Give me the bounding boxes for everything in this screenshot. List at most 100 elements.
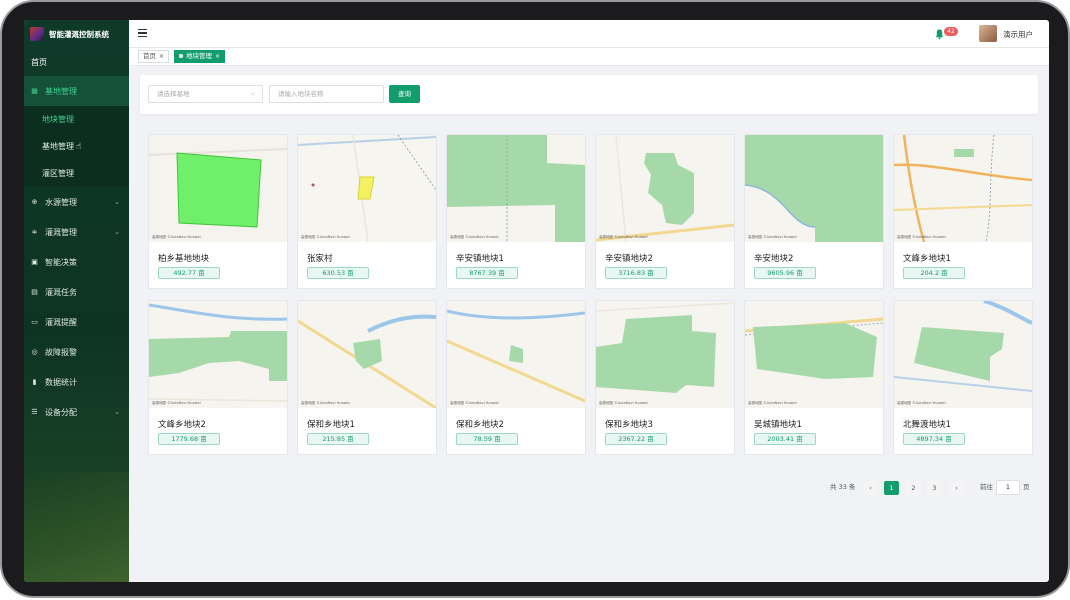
pagination-total: 共 33 条 [830,483,856,491]
pagination-prev-button[interactable]: ‹ [863,481,878,495]
map-attribution: 高德地图 ©AutoNavi Huawei [599,401,648,405]
map-attribution: 高德地图 ©AutoNavi Huawei [450,401,499,405]
sidebar-item-irrigation-area[interactable]: 灌区管理 [24,160,129,187]
pagination-page-1[interactable]: 1 [884,481,899,495]
app-screen: 智能灌溉控制系统 首页 ▦ 基地管理 地块管理 基地管理 ☝ 灌区管理 ⊕ 水源… [24,20,1049,582]
map-attribution: 高德地图 ©AutoNavi Huawei [301,235,350,239]
plot-card[interactable]: 高德地图 ©AutoNavi Huawei 北舞渡地块1 4897.34 亩 [893,300,1033,455]
plot-map-thumbnail: 高德地图 ©AutoNavi Huawei [447,301,585,408]
sidebar-item-fault-alarm[interactable]: ◎ 故障报警 [24,337,129,367]
menu-toggle-icon[interactable] [138,29,147,38]
sidebar-item-label: 首页 [31,57,47,67]
sidebar-item-smart-decision[interactable]: ▣ 智能决策 [24,247,129,277]
close-icon[interactable]: × [159,53,164,60]
sidebar-item-label: 基地管理 [42,142,74,151]
plot-name: 保和乡地块2 [456,420,504,430]
app-logo [30,27,44,41]
sidebar-group-device-allocation[interactable]: ☰ 设备分配 ⌄ [24,397,129,427]
sidebar-item-label: 基地管理 [45,86,77,96]
water-source-icon: ⊕ [31,197,38,206]
sidebar-item-label: 故障报警 [45,347,77,357]
tab-home[interactable]: 首页 × [138,50,170,63]
tags-view: 首页 × 地块管理 × [129,48,1049,66]
active-dot-icon [179,54,183,58]
calendar-icon: ▤ [31,287,38,296]
pagination-goto-input[interactable]: 1 [996,480,1020,495]
plot-map-thumbnail: 高德地图 ©AutoNavi Huawei [745,301,883,408]
plot-map-thumbnail: 高德地图 ©AutoNavi Huawei [894,135,1032,242]
user-name[interactable]: 演示用户 [1003,29,1033,40]
plot-card[interactable]: 高德地图 ©AutoNavi Huawei 柏乡基地地块 492.77 亩 [148,134,288,289]
sidebar-item-plot-management[interactable]: 地块管理 [24,106,129,133]
sidebar-item-irrigation-task[interactable]: ▤ 灌溉任务 [24,277,129,307]
sidebar-item-label: 灌区管理 [42,169,74,178]
tab-plot-management[interactable]: 地块管理 × [174,50,226,63]
map-attribution: 高德地图 ©AutoNavi Huawei [748,235,797,239]
plot-name-input[interactable]: 请输入地块名称 [269,85,384,103]
top-header: 42 演示用户 [129,20,1049,48]
notification-badge: 42 [944,27,958,36]
plot-name: 吴城镇地块1 [754,420,802,430]
plot-area-tag: 492.77 亩 [158,267,220,279]
plot-name: 保和乡地块1 [307,420,355,430]
sidebar-item-irrigation-reminder[interactable]: ▭ 灌溉提醒 [24,307,129,337]
sidebar: 智能灌溉控制系统 首页 ▦ 基地管理 地块管理 基地管理 ☝ 灌区管理 ⊕ 水源… [24,20,129,582]
map-attribution: 高德地图 ©AutoNavi Huawei [897,401,946,405]
plot-map-thumbnail: 高德地图 ©AutoNavi Huawei [298,301,436,408]
sidebar-group-base-management[interactable]: ▦ 基地管理 [24,76,129,106]
decision-icon: ▣ [31,257,38,266]
plot-name: 张家村 [307,254,333,264]
plot-card[interactable]: 高德地图 ©AutoNavi Huawei 辛安镇地块1 8767.39 亩 [446,134,586,289]
pointer-cursor-icon: ☝ [76,141,82,152]
plot-area-tag: 78.59 亩 [456,433,518,445]
plot-card[interactable]: 高德地图 ©AutoNavi Huawei 吴城镇地块1 2003.41 亩 [744,300,884,455]
base-select[interactable]: 请选择基地 ⌵ [148,85,263,103]
chevron-down-icon: ⌄ [114,228,120,236]
select-placeholder: 请选择基地 [157,90,190,98]
plot-card[interactable]: 高德地图 ©AutoNavi Huawei 保和乡地块3 2367.22 亩 [595,300,735,455]
plot-card[interactable]: 高德地图 ©AutoNavi Huawei 辛安镇地块2 3716.83 亩 [595,134,735,289]
sidebar-group-water-source[interactable]: ⊕ 水源管理 ⌄ [24,187,129,217]
plot-name: 文峰乡地块2 [158,420,206,430]
tablet-frame: 智能灌溉控制系统 首页 ▦ 基地管理 地块管理 基地管理 ☝ 灌区管理 ⊕ 水源… [0,0,1070,598]
plot-card[interactable]: 高德地图 ©AutoNavi Huawei 保和乡地块1 215.85 亩 [297,300,437,455]
plot-area-tag: 630.53 亩 [307,267,369,279]
plot-map-thumbnail: 高德地图 ©AutoNavi Huawei [149,301,287,408]
pagination-goto-suffix: 页 [1023,483,1030,491]
sidebar-item-label: 灌溉任务 [45,287,77,297]
pagination-page-3[interactable]: 3 [927,481,942,495]
sidebar-group-irrigation[interactable]: ≑ 灌溉管理 ⌄ [24,217,129,247]
submenu-base-management: 地块管理 基地管理 ☝ 灌区管理 [24,106,129,187]
avatar[interactable] [979,25,997,42]
query-button[interactable]: 查询 [389,85,420,103]
sidebar-background-image [24,472,129,582]
plot-map-thumbnail: 高德地图 ©AutoNavi Huawei [447,135,585,242]
map-attribution: 高德地图 ©AutoNavi Huawei [748,401,797,405]
sidebar-item-label: 智能决策 [45,257,77,267]
list-icon: ☰ [31,407,38,416]
sidebar-item-base-management[interactable]: 基地管理 ☝ [24,133,129,160]
sidebar-item-label: 地块管理 [42,115,74,124]
pagination-page-2[interactable]: 2 [906,481,921,495]
grid-icon: ▦ [31,86,38,95]
sidebar-item-label: 灌溉管理 [45,227,77,237]
tab-label: 首页 [143,52,156,60]
plot-card[interactable]: 高德地图 ©AutoNavi Huawei 文峰乡地块1 204.2 亩 [893,134,1033,289]
map-attribution: 高德地图 ©AutoNavi Huawei [897,235,946,239]
bar-chart-icon: ▮ [32,377,37,386]
pagination-goto-label: 前往 [980,483,993,491]
plot-name: 文峰乡地块1 [903,254,951,264]
sidebar-item-home[interactable]: 首页 [24,48,129,76]
tab-label: 地块管理 [186,52,212,60]
plot-card[interactable]: 高德地图 ©AutoNavi Huawei 辛安地块2 9605.96 亩 [744,134,884,289]
sidebar-item-statistics[interactable]: ▮ 数据统计 [24,367,129,397]
plot-name: 辛安镇地块1 [456,254,504,264]
plot-area-tag: 8767.39 亩 [456,267,518,279]
plot-card[interactable]: 高德地图 ©AutoNavi Huawei 文峰乡地块2 1779.68 亩 [148,300,288,455]
input-placeholder: 请输入地块名称 [278,90,324,98]
plot-card[interactable]: 高德地图 ©AutoNavi Huawei 张家村 630.53 亩 [297,134,437,289]
plot-card[interactable]: 高德地图 ©AutoNavi Huawei 保和乡地块2 78.59 亩 [446,300,586,455]
pagination-next-button[interactable]: › [949,481,964,495]
plot-map-thumbnail: 高德地图 ©AutoNavi Huawei [149,135,287,242]
close-icon[interactable]: × [215,53,220,60]
